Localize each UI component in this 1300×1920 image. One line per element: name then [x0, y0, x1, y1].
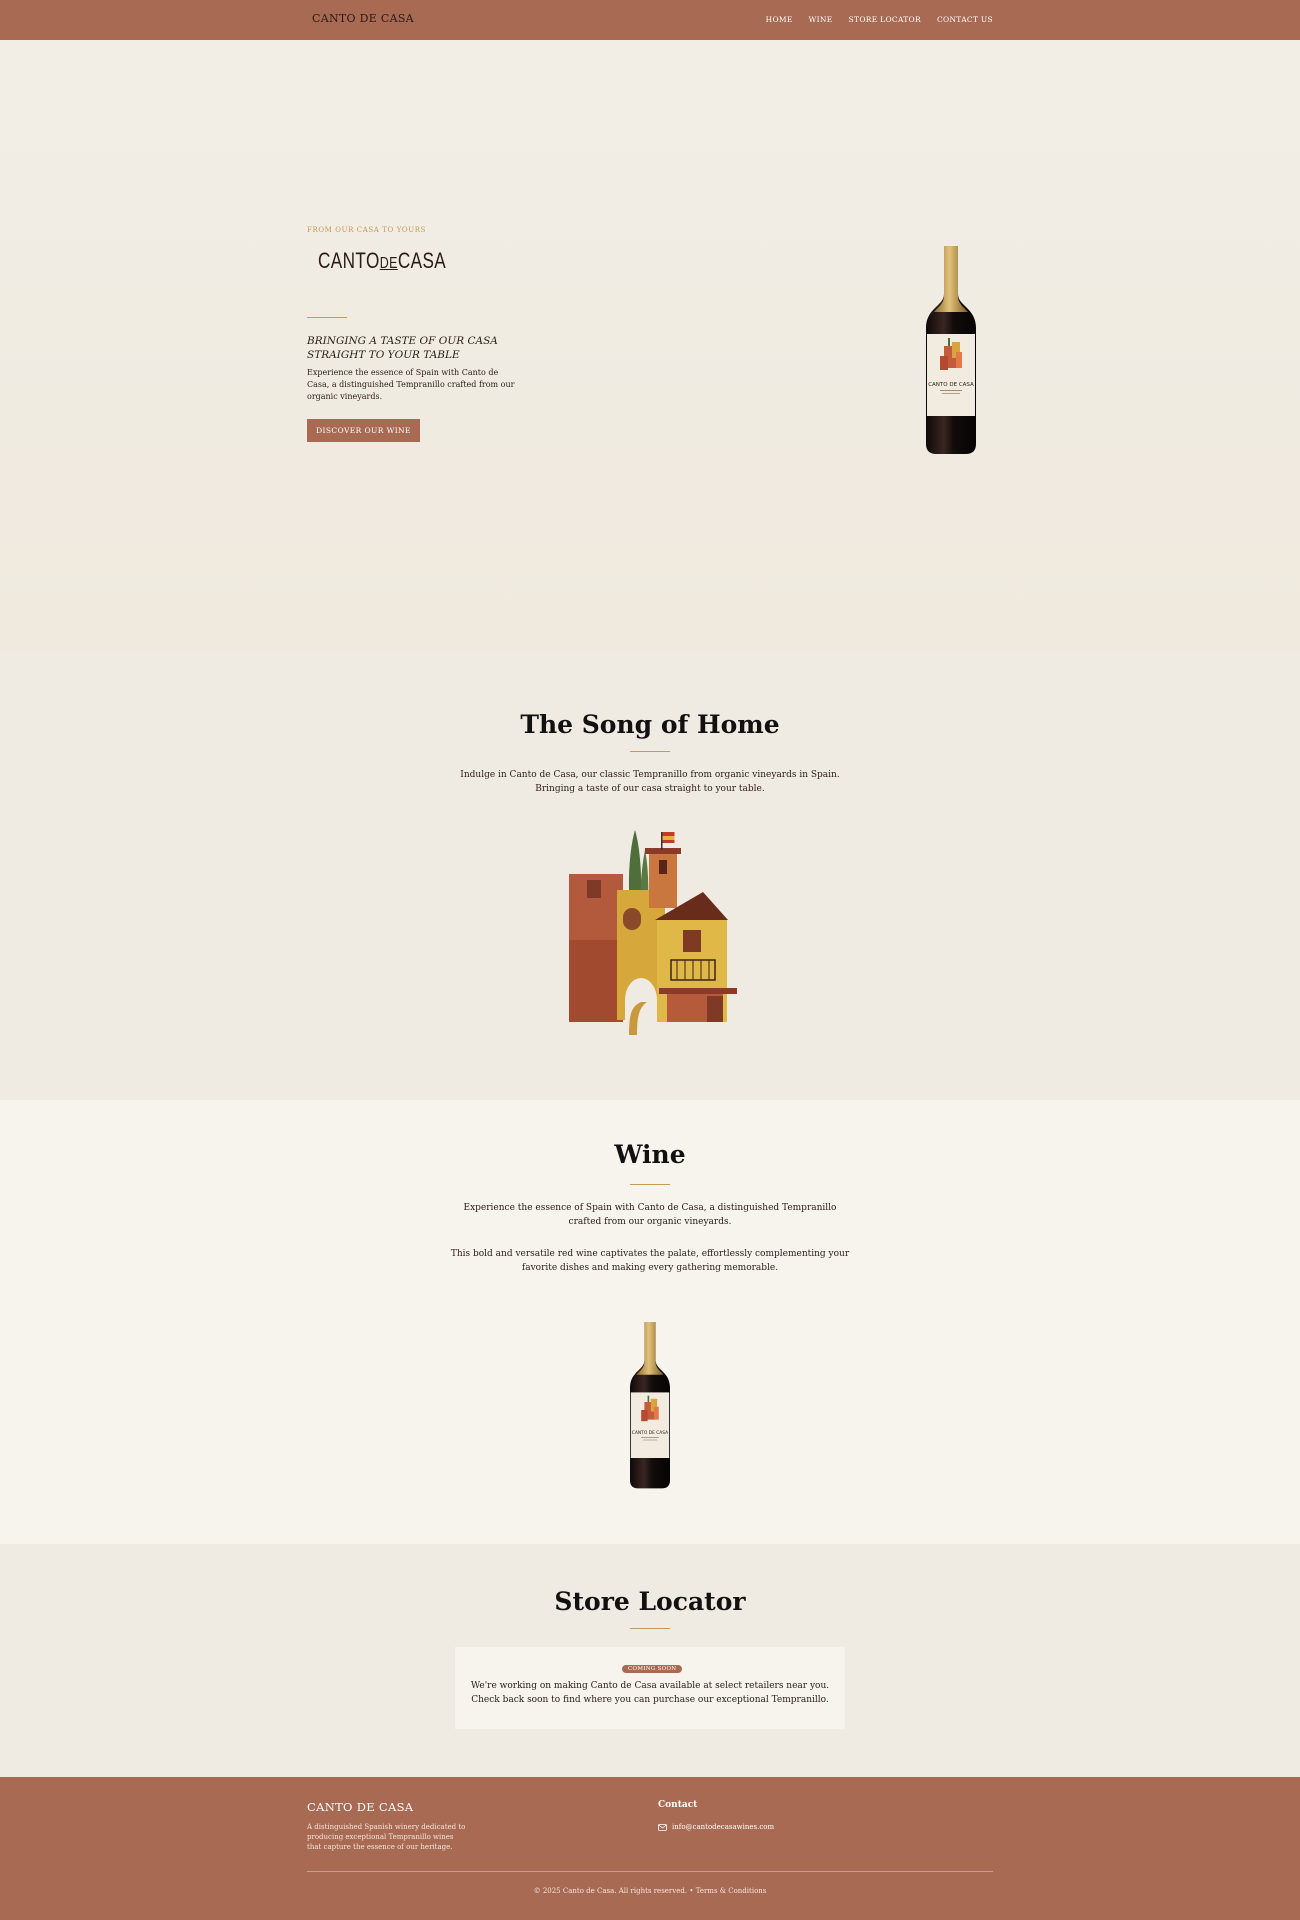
song-title: The Song of Home	[520, 710, 780, 739]
footer-copyright-line: © 2025 Canto de Casa. All rights reserve…	[0, 1887, 1300, 1895]
copyright-text: © 2025 Canto de Casa. All rights reserve…	[533, 1887, 688, 1895]
nav-link-home[interactable]: HOME	[766, 15, 793, 24]
footer-description: A distinguished Spanish winery dedicated…	[307, 1823, 466, 1851]
discover-wine-button[interactable]: DISCOVER OUR WINE	[307, 419, 420, 442]
envelope-icon	[658, 1823, 667, 1831]
song-text: Indulge in Canto de Casa, our classic Te…	[460, 770, 840, 794]
footer-divider	[307, 1871, 993, 1872]
brand-word-canto: CANTO	[318, 248, 380, 273]
hero-section: FROM OUR CASA TO YOURS CANTODECASA BRING…	[0, 40, 1300, 650]
coming-soon-badge: COMING SOON	[622, 1665, 683, 1673]
footer-contact-heading: Contact	[658, 1800, 698, 1810]
store-locator-section: Store Locator COMING SOON We're working …	[0, 1544, 1300, 1777]
top-navigation: CANTO DE CASA HOME WINE STORE LOCATOR CO…	[0, 0, 1300, 40]
footer-email-text[interactable]: info@cantodecasawines.com	[672, 1823, 774, 1831]
footer-brand: CANTO DE CASA	[307, 1800, 414, 1814]
hero-eyebrow: FROM OUR CASA TO YOURS	[307, 226, 427, 234]
store-locator-text: We're working on making Canto de Casa av…	[470, 1681, 830, 1705]
nav-link-wine[interactable]: WINE	[809, 15, 833, 24]
spanish-house-illustration	[569, 830, 737, 1035]
store-title: Store Locator	[554, 1587, 746, 1616]
brand-word-de: DE	[379, 255, 398, 272]
store-locator-card: COMING SOON We're working on making Cant…	[455, 1647, 845, 1729]
nav-link-contact-us[interactable]: CONTACT US	[937, 15, 993, 24]
hero-tagline: BRINGING A TASTE OF OUR CASA STRAIGHT TO…	[307, 335, 498, 361]
nav-links: HOME WINE STORE LOCATOR CONTACT US	[766, 15, 993, 24]
hero-description: Experience the essence of Spain with Can…	[307, 368, 515, 401]
song-of-home-section: The Song of Home Indulge in Canto de Cas…	[0, 650, 1300, 1100]
hero-divider	[307, 317, 347, 318]
store-title-rule	[630, 1628, 670, 1629]
wine-title-rule	[630, 1184, 670, 1185]
hero-brand-logo: CANTODECASA	[318, 248, 446, 274]
footer-email-link[interactable]: info@cantodecasawines.com	[658, 1823, 774, 1831]
copyright-separator: •	[689, 1887, 694, 1895]
wine-title: Wine	[614, 1140, 686, 1169]
wine-text-secondary: This bold and versatile red wine captiva…	[450, 1249, 850, 1273]
nav-logo[interactable]: CANTO DE CASA	[312, 12, 414, 25]
wine-text-primary: Experience the essence of Spain with Can…	[463, 1203, 837, 1227]
wine-bottle-image-small: CANTO DE CASA	[630, 1322, 670, 1489]
bottle-label-text-small: CANTO DE CASA	[632, 1430, 668, 1436]
terms-link[interactable]: Terms & Conditions	[696, 1887, 767, 1895]
brand-word-casa: CASA	[397, 248, 447, 273]
nav-link-store-locator[interactable]: STORE LOCATOR	[849, 15, 921, 24]
bottle-label-text: CANTO DE CASA	[928, 382, 974, 388]
site-footer: CANTO DE CASA A distinguished Spanish wi…	[0, 1777, 1300, 1920]
wine-section: Wine Experience the essence of Spain wit…	[0, 1100, 1300, 1544]
wine-bottle-image: CANTO DE CASA	[926, 246, 976, 454]
song-title-rule	[630, 751, 670, 752]
